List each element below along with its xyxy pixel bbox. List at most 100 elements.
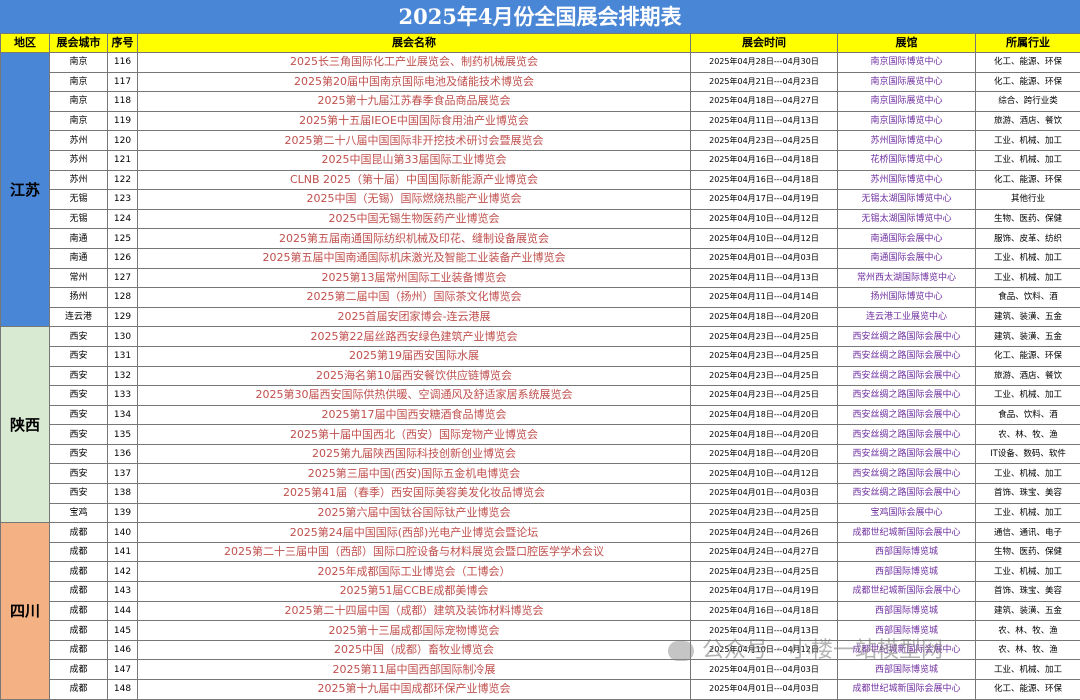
venue-cell: 西安丝绸之路国际会展中心	[838, 405, 976, 425]
industry-cell: 生物、医药、保健	[976, 209, 1080, 229]
no-cell: 121	[108, 150, 138, 170]
no-cell: 122	[108, 170, 138, 190]
industry-cell: 工业、机械、加工	[976, 464, 1080, 484]
city-cell: 成都	[50, 542, 108, 562]
exhibition-name-cell: 2025第30届西安国际供热供暖、空调通风及舒适家居系统展览会	[138, 386, 691, 406]
industry-cell: 工业、机械、加工	[976, 268, 1080, 288]
date-cell: 2025年04月11日---04月13日	[691, 268, 838, 288]
venue-cell: 西安丝绸之路国际会展中心	[838, 346, 976, 366]
table-row: 西安1322025海名第10届西安餐饮供应链博览会2025年04月23日---0…	[1, 366, 1080, 386]
exhibition-name-cell: 2025第24届中国国际(西部)光电产业博览会暨论坛	[138, 523, 691, 543]
date-cell: 2025年04月01日---04月03日	[691, 680, 838, 700]
exhibition-name-cell: CLNB 2025（第十届）中国国际新能源产业博览会	[138, 170, 691, 190]
table-row: 连云港1292025首届安团家博会-连云港展2025年04月18日---04月2…	[1, 307, 1080, 327]
city-cell: 西安	[50, 484, 108, 504]
industry-cell: 建筑、装潢、五金	[976, 327, 1080, 347]
exhibition-name-cell: 2025第十五届IEOE中国国际食用油产业博览会	[138, 111, 691, 131]
city-cell: 苏州	[50, 170, 108, 190]
header-date: 展会时间	[691, 34, 838, 53]
watermark-text: 公众号 · 小楼一站模型网	[702, 638, 943, 663]
table-row: 江苏南京1162025长三角国际化工产业展览会、制药机械展览会2025年04月2…	[1, 53, 1080, 73]
industry-cell: IT设备、数码、软件	[976, 444, 1080, 464]
no-cell: 123	[108, 190, 138, 210]
exhibition-name-cell: 2025首届安团家博会-连云港展	[138, 307, 691, 327]
industry-cell: 工业、机械、加工	[976, 386, 1080, 406]
city-cell: 成都	[50, 680, 108, 700]
table-row: 南通1262025第五届中国南通国际机床激光及智能工业装备产业博览会2025年0…	[1, 248, 1080, 268]
no-cell: 120	[108, 131, 138, 151]
industry-cell: 综合、跨行业类	[976, 92, 1080, 112]
exhibition-name-cell: 2025第二十三届中国（西部）国际口腔设备与材料展览会暨口腔医学学术会议	[138, 542, 691, 562]
city-cell: 苏州	[50, 131, 108, 151]
exhibition-name-cell: 2025第17届中国西安糖酒食品博览会	[138, 405, 691, 425]
table-row: 西安1312025第19届西安国际水展2025年04月23日---04月25日西…	[1, 346, 1080, 366]
city-cell: 南京	[50, 72, 108, 92]
table-row: 成都1412025第二十三届中国（西部）国际口腔设备与材料展览会暨口腔医学学术会…	[1, 542, 1080, 562]
exhibition-schedule-table: 地区 展会城市 序号 展会名称 展会时间 展馆 所属行业 江苏南京1162025…	[0, 33, 1080, 700]
exhibition-name-cell: 2025中国无锡生物医药产业博览会	[138, 209, 691, 229]
date-cell: 2025年04月18日---04月20日	[691, 307, 838, 327]
table-row: 无锡1232025中国（无锡）国际燃烧热能产业博览会2025年04月17日---…	[1, 190, 1080, 210]
date-cell: 2025年04月23日---04月25日	[691, 346, 838, 366]
region-cell: 江苏	[1, 53, 50, 327]
venue-cell: 西部国际博览城	[838, 542, 976, 562]
industry-cell: 生物、医药、保健	[976, 542, 1080, 562]
no-cell: 147	[108, 660, 138, 680]
table-row: 南通1252025第五届南通国际纺织机械及印花、缝制设备展览会2025年04月1…	[1, 229, 1080, 249]
venue-cell: 西部国际博览城	[838, 562, 976, 582]
table-row: 西安1352025第十届中国西北（西安）国际宠物产业博览会2025年04月18日…	[1, 425, 1080, 445]
industry-cell: 化工、能源、环保	[976, 53, 1080, 73]
date-cell: 2025年04月24日---04月26日	[691, 523, 838, 543]
header-row: 地区 展会城市 序号 展会名称 展会时间 展馆 所属行业	[1, 34, 1080, 53]
exhibition-name-cell: 2025海名第10届西安餐饮供应链博览会	[138, 366, 691, 386]
city-cell: 无锡	[50, 209, 108, 229]
no-cell: 140	[108, 523, 138, 543]
venue-cell: 花桥国际博览中心	[838, 150, 976, 170]
exhibition-name-cell: 2025长三角国际化工产业展览会、制药机械展览会	[138, 53, 691, 73]
venue-cell: 苏州国际博览中心	[838, 170, 976, 190]
exhibition-name-cell: 2025第十三届成都国际宠物博览会	[138, 621, 691, 641]
table-row: 四川成都1402025第24届中国国际(西部)光电产业博览会暨论坛2025年04…	[1, 523, 1080, 543]
venue-cell: 南京国际博览中心	[838, 53, 976, 73]
industry-cell: 首饰、珠宝、美容	[976, 484, 1080, 504]
no-cell: 116	[108, 53, 138, 73]
date-cell: 2025年04月24日---04月27日	[691, 542, 838, 562]
exhibition-name-cell: 2025中国（无锡）国际燃烧热能产业博览会	[138, 190, 691, 210]
date-cell: 2025年04月17日---04月19日	[691, 582, 838, 602]
industry-cell: 工业、机械、加工	[976, 131, 1080, 151]
industry-cell: 建筑、装潢、五金	[976, 307, 1080, 327]
exhibition-name-cell: 2025第五届南通国际纺织机械及印花、缝制设备展览会	[138, 229, 691, 249]
header-name: 展会名称	[138, 34, 691, 53]
no-cell: 145	[108, 621, 138, 641]
no-cell: 143	[108, 582, 138, 602]
city-cell: 无锡	[50, 190, 108, 210]
no-cell: 130	[108, 327, 138, 347]
date-cell: 2025年04月10日---04月12日	[691, 209, 838, 229]
exhibition-name-cell: 2025第六届中国钛谷国际钛产业博览会	[138, 503, 691, 523]
industry-cell: 通信、通讯、电子	[976, 523, 1080, 543]
venue-cell: 成都世纪城新国际会展中心	[838, 523, 976, 543]
table-row: 陕西西安1302025第22届丝路西安绿色建筑产业博览会2025年04月23日-…	[1, 327, 1080, 347]
industry-cell: 工业、机械、加工	[976, 562, 1080, 582]
industry-cell: 其他行业	[976, 190, 1080, 210]
no-cell: 141	[108, 542, 138, 562]
no-cell: 138	[108, 484, 138, 504]
exhibition-name-cell: 2025第五届中国南通国际机床激光及智能工业装备产业博览会	[138, 248, 691, 268]
date-cell: 2025年04月16日---04月18日	[691, 601, 838, 621]
date-cell: 2025年04月23日---04月25日	[691, 327, 838, 347]
city-cell: 常州	[50, 268, 108, 288]
exhibition-name-cell: 2025第十届中国西北（西安）国际宠物产业博览会	[138, 425, 691, 445]
table-row: 西安1362025第九届陕西国际科技创新创业博览会2025年04月18日---0…	[1, 444, 1080, 464]
date-cell: 2025年04月23日---04月25日	[691, 366, 838, 386]
industry-cell: 服饰、皮革、纺织	[976, 229, 1080, 249]
no-cell: 134	[108, 405, 138, 425]
table-row: 苏州1202025第二十八届中国国际非开挖技术研讨会暨展览会2025年04月23…	[1, 131, 1080, 151]
exhibition-name-cell: 2025第22届丝路西安绿色建筑产业博览会	[138, 327, 691, 347]
date-cell: 2025年04月16日---04月18日	[691, 150, 838, 170]
venue-cell: 西安丝绸之路国际会展中心	[838, 327, 976, 347]
industry-cell: 食品、饮料、酒	[976, 405, 1080, 425]
venue-cell: 西安丝绸之路国际会展中心	[838, 386, 976, 406]
venue-cell: 成都世纪城新国际会展中心	[838, 582, 976, 602]
exhibition-name-cell: 2025第二十四届中国（成都）建筑及装饰材料博览会	[138, 601, 691, 621]
table-row: 西安1382025第41届（春季）西安国际美容美发化妆品博览会2025年04月0…	[1, 484, 1080, 504]
